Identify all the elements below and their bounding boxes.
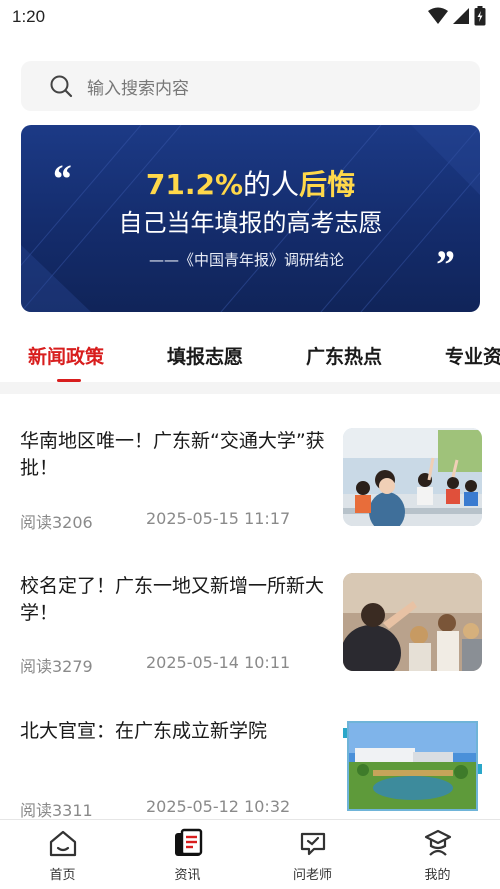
banner-highlight: 后悔 xyxy=(299,168,356,201)
banner-line1-middle: 的人 xyxy=(243,168,300,201)
banner-subheadline: 自己当年填报的高考志愿 xyxy=(118,209,383,237)
search-input[interactable]: 输入搜索内容 xyxy=(21,61,480,111)
news-icon xyxy=(174,828,202,856)
search-icon xyxy=(50,75,73,98)
status-bar: 1:20 xyxy=(0,0,500,36)
search-placeholder: 输入搜索内容 xyxy=(87,78,189,99)
tab-fill-application[interactable]: 填报志愿 xyxy=(167,342,243,369)
quote-close-icon: ” xyxy=(434,242,454,287)
news-title: 华南地区唯一！广东新“交通大学”获批！ xyxy=(20,430,325,479)
news-thumbnail xyxy=(343,718,482,816)
nav-ask-teacher-label: 问老师 xyxy=(292,868,332,883)
signal-icon xyxy=(453,8,469,24)
graduate-icon xyxy=(424,829,451,856)
section-divider xyxy=(0,382,500,394)
campus-image xyxy=(343,718,482,816)
news-date: 2025-05-15 11:17 xyxy=(146,509,291,528)
nav-ask-teacher[interactable]: 问老师 xyxy=(250,820,375,889)
battery-icon xyxy=(474,6,486,26)
news-thumbnail xyxy=(343,428,482,526)
nav-home-label: 首页 xyxy=(49,868,76,883)
news-read-count: 阅读3311 xyxy=(20,801,93,820)
news-thumbnail xyxy=(343,573,482,671)
news-item[interactable]: 华南地区唯一！广东新“交通大学”获批！ 阅读3206 2025-05-15 11… xyxy=(0,428,500,568)
news-date: 2025-05-14 10:11 xyxy=(146,653,291,672)
status-time: 1:20 xyxy=(12,7,46,26)
banner[interactable]: “ 71.2%的人后悔 自己当年填报的高考志愿 ——《中国青年报》调研结论 ” xyxy=(21,125,480,312)
banner-headline: 71.2%的人后悔 xyxy=(21,163,480,203)
news-title: 北大官宣：在广东成立新学院 xyxy=(20,720,268,742)
nav-home[interactable]: 首页 xyxy=(0,820,125,889)
bottom-navigation: 首页 资讯 问老师 我的 xyxy=(0,819,500,889)
banner-percent: 71.2% xyxy=(145,168,244,201)
lecture-image xyxy=(343,573,482,671)
wifi-icon xyxy=(428,7,448,24)
news-item[interactable]: 校名定了！广东一地又新增一所新大学！ 阅读3279 2025-05-14 10:… xyxy=(0,573,500,713)
tab-news-policy[interactable]: 新闻政策 xyxy=(28,342,104,369)
news-read-count: 阅读3206 xyxy=(20,513,93,532)
nav-mine[interactable]: 我的 xyxy=(375,820,500,889)
tab-major-info[interactable]: 专业资 xyxy=(445,342,500,369)
chat-icon xyxy=(300,832,325,856)
news-date: 2025-05-12 10:32 xyxy=(146,797,291,816)
tab-guangdong-hot[interactable]: 广东热点 xyxy=(306,342,382,369)
news-read-count: 阅读3279 xyxy=(20,657,93,676)
nav-mine-label: 我的 xyxy=(424,868,451,883)
nav-news-label: 资讯 xyxy=(174,868,201,883)
category-tabs: 新闻政策 填报志愿 广东热点 专业资 xyxy=(0,330,500,382)
banner-source: ——《中国青年报》调研结论 xyxy=(149,251,345,269)
news-title: 校名定了！广东一地又新增一所新大学！ xyxy=(20,575,325,624)
classroom-image xyxy=(343,428,482,526)
nav-news[interactable]: 资讯 xyxy=(125,820,250,889)
status-icons xyxy=(428,6,486,26)
home-icon xyxy=(49,830,76,857)
